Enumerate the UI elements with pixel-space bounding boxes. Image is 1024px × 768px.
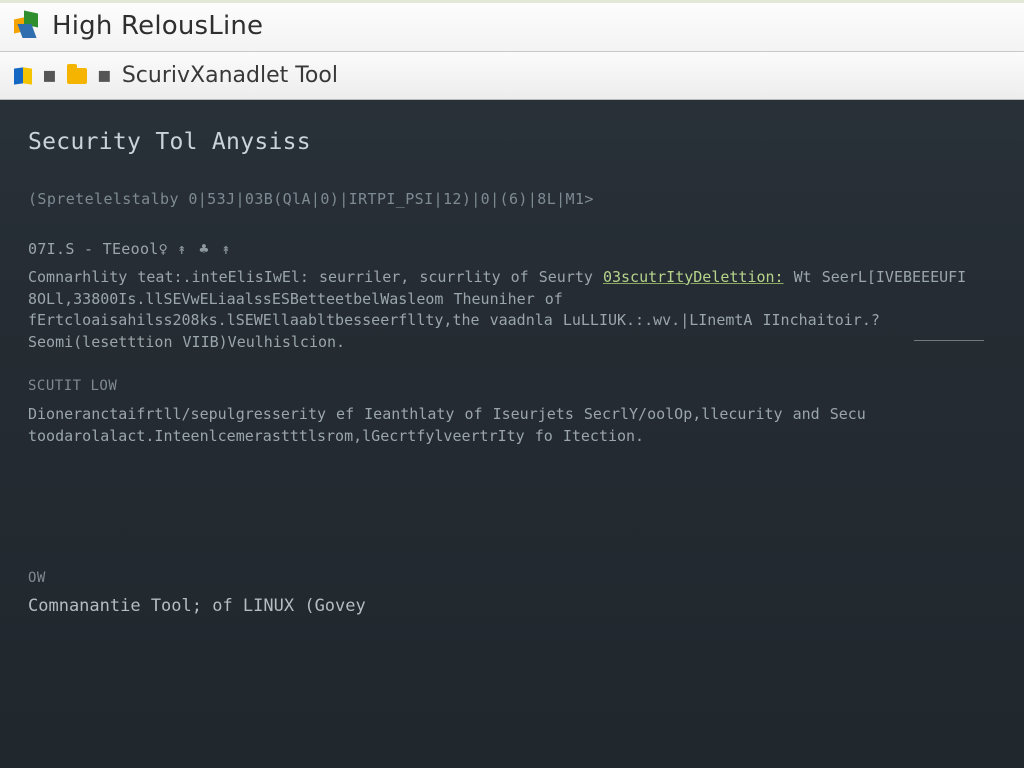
footer-label: ow bbox=[28, 568, 996, 588]
section-2-body: Dioneranctaifrtll/sepulgresserity ef Iea… bbox=[28, 404, 988, 448]
meta-spec-line: (Spretelelstalby 0|53J|03B(QlA|0)|IRTPI_… bbox=[28, 189, 996, 211]
section-1-code: 07I.S - TEeool♀ bbox=[28, 240, 177, 258]
section-1-glyphs: ↟ ♣ ↟ bbox=[177, 240, 232, 258]
section-1-header: 07I.S - TEeool♀ ↟ ♣ ↟ bbox=[28, 239, 996, 261]
toolbar: ▪ ▪ ScurivXanadlet Tool bbox=[0, 52, 1024, 100]
page-heading: Security Tol Anysiss bbox=[28, 126, 996, 159]
book-icon[interactable] bbox=[14, 66, 32, 86]
window-titlebar: High RelousLine bbox=[0, 0, 1024, 52]
section-2-label: scutit low bbox=[28, 376, 996, 396]
app-cube-icon bbox=[14, 12, 42, 40]
terminal-pane: Security Tol Anysiss (Spretelelstalby 0|… bbox=[0, 100, 1024, 645]
window-accent-line bbox=[0, 0, 1024, 3]
breadcrumb-separator: ▪ bbox=[42, 63, 57, 88]
section-1-body: Comnarhlity teat:.inteElisIwEl: seurrile… bbox=[28, 267, 988, 354]
breadcrumb-label[interactable]: ScurivXanadlet Tool bbox=[122, 63, 338, 88]
window-title: High RelousLine bbox=[52, 11, 263, 41]
folder-icon[interactable] bbox=[67, 68, 87, 84]
section-1-text-a: Comnarhlity teat:.inteElisIwEl: seurrile… bbox=[28, 268, 603, 286]
horizontal-rule-icon bbox=[914, 340, 984, 341]
breadcrumb-separator: ▪ bbox=[97, 63, 112, 88]
section-1-highlight[interactable]: 03scutrItyDelettion: bbox=[603, 268, 784, 286]
footer-line: Comnanantie Tool; of LINUX (Govey bbox=[28, 594, 996, 619]
